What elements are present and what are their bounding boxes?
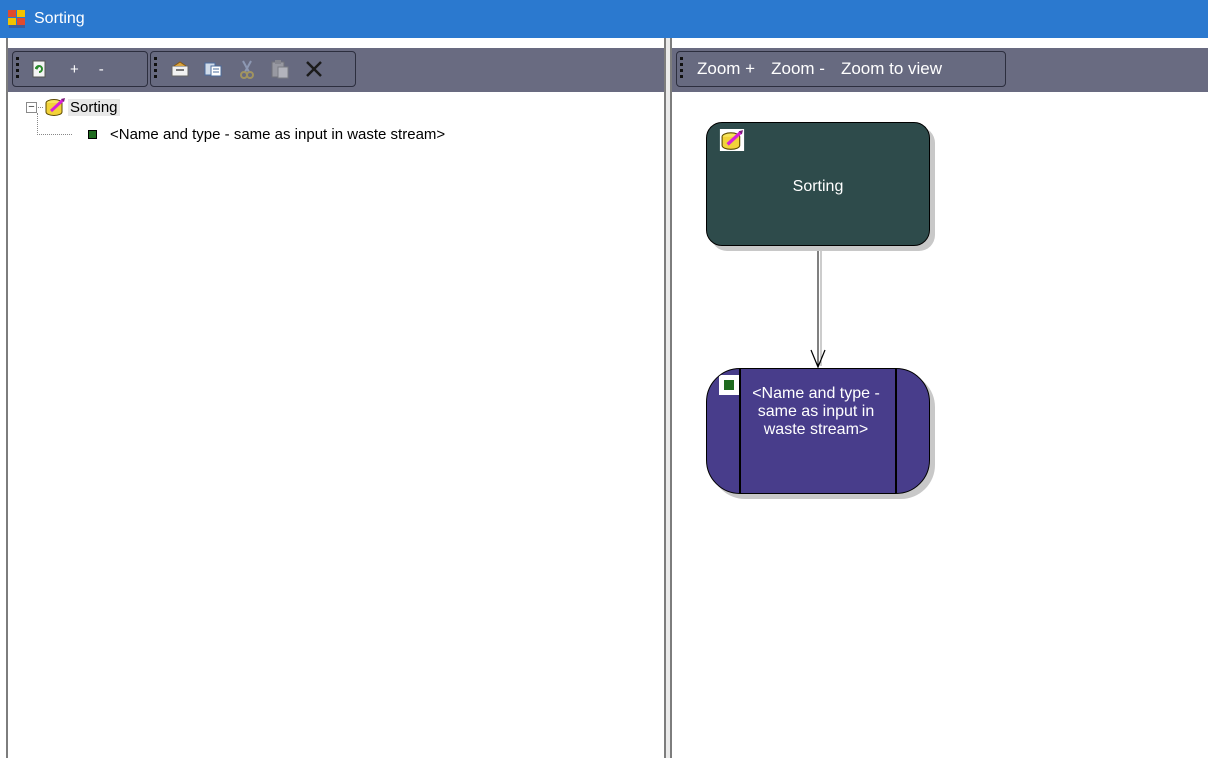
flow-icon <box>719 375 739 395</box>
process-node-label: Sorting <box>792 178 844 195</box>
properties-icon <box>171 61 189 77</box>
paste-button[interactable] <box>263 59 297 79</box>
flow-icon <box>88 129 97 139</box>
flow-node-divider <box>895 369 897 493</box>
tree-toolbar-group-1: + - <box>12 51 148 87</box>
tree-toolbar: + - <box>8 48 664 92</box>
diagram-toolbar: Zoom + Zoom - Zoom to view <box>672 48 1208 92</box>
pane-splitter[interactable] <box>664 38 672 758</box>
tree-toolbar-group-2 <box>150 51 356 87</box>
tree-child[interactable]: <Name and type - same as input in waste … <box>88 123 445 145</box>
paste-icon <box>271 60 289 79</box>
flow-node[interactable]: <Name and type - same as input in waste … <box>706 368 930 494</box>
diagram-canvas: Sorting <Name and type - same as input i… <box>672 92 1208 758</box>
copy-button[interactable] <box>197 60 231 78</box>
toolbar-grip[interactable] <box>16 57 19 81</box>
collapse-button[interactable]: - <box>92 61 111 78</box>
refresh-icon <box>32 60 46 78</box>
cut-icon <box>240 60 254 79</box>
tree-connector <box>37 113 72 135</box>
toolbar-grip[interactable] <box>154 57 157 81</box>
process-node[interactable]: Sorting <box>706 122 930 246</box>
tree-pane: − Sorting <Name and type - same as input… <box>8 92 664 758</box>
copy-icon <box>204 62 222 77</box>
refresh-button[interactable] <box>25 60 55 78</box>
delete-icon <box>306 61 322 77</box>
cut-button[interactable] <box>231 59 263 79</box>
expand-button[interactable]: + <box>63 61 86 78</box>
app-icon <box>8 10 26 28</box>
flow-node-label: <Name and type - same as input in waste … <box>752 385 880 438</box>
window-titlebar: Sorting <box>0 0 1208 38</box>
process-icon <box>719 129 745 151</box>
toolbar-grip[interactable] <box>680 57 683 81</box>
window-title: Sorting <box>34 10 85 27</box>
zoom-out-button[interactable]: Zoom - <box>763 59 833 79</box>
zoom-in-button[interactable]: Zoom + <box>689 59 763 79</box>
delete-button[interactable] <box>297 59 331 79</box>
diagram-toolbar-group: Zoom + Zoom - Zoom to view <box>676 51 1006 87</box>
tree-root-label[interactable]: Sorting <box>68 98 120 116</box>
collapse-toggle[interactable]: − <box>26 101 37 113</box>
tree-line <box>38 106 43 108</box>
zoom-to-view-button[interactable]: Zoom to view <box>833 59 950 79</box>
properties-button[interactable] <box>163 60 197 78</box>
tree-child-label[interactable]: <Name and type - same as input in waste … <box>110 126 445 143</box>
